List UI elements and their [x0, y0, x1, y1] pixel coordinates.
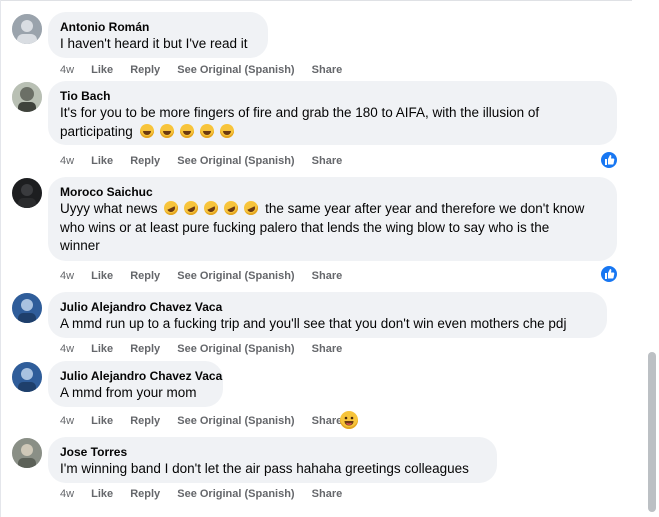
thumbs-up-icon[interactable] — [600, 265, 618, 283]
rofl-emoji-icon — [242, 198, 261, 218]
avatar[interactable] — [12, 438, 42, 468]
thumbs-up-icon[interactable] — [600, 151, 618, 169]
comment-actions: 4w Like Reply See Original (Spanish) Sha… — [60, 342, 356, 356]
see-original-button[interactable]: See Original (Spanish) — [177, 64, 294, 76]
comment-bubble: Julio Alejandro Chavez Vaca A mmd from y… — [48, 361, 223, 407]
comment-author[interactable]: Jose Torres — [60, 444, 485, 460]
comment-actions: 4w Like Reply See Original (Spanish) Sha… — [60, 414, 356, 428]
see-original-button[interactable]: See Original (Spanish) — [177, 270, 294, 282]
laughing-emoji-icon — [199, 123, 214, 138]
share-button[interactable]: Share — [312, 64, 343, 76]
comment-text-fragment: Uyyy what news — [60, 201, 158, 216]
reply-button[interactable]: Reply — [130, 488, 160, 500]
comment-text: I'm winning band I don't let the air pas… — [60, 461, 469, 476]
avatar[interactable] — [12, 82, 42, 112]
comment-time[interactable]: 4w — [60, 155, 74, 167]
comment-text-line: winner — [60, 238, 100, 253]
comment-bubble: Jose Torres I'm winning band I don't let… — [48, 437, 497, 483]
laughing-emoji-icon — [179, 123, 194, 138]
share-button[interactable]: Share — [312, 270, 343, 282]
see-original-button[interactable]: See Original (Spanish) — [177, 155, 294, 167]
comment-author[interactable]: Moroco Saichuc — [60, 184, 605, 200]
comment-text-line: participating — [60, 123, 605, 142]
laughing-emoji-icon — [159, 123, 174, 138]
comment-time[interactable]: 4w — [60, 270, 74, 282]
see-original-button[interactable]: See Original (Spanish) — [177, 343, 294, 355]
like-button[interactable]: Like — [91, 64, 113, 76]
share-button[interactable]: Share — [312, 488, 343, 500]
like-button[interactable]: Like — [91, 488, 113, 500]
rofl-emoji-icon — [162, 198, 181, 218]
avatar[interactable] — [12, 14, 42, 44]
laughing-emoji-icon — [219, 123, 234, 138]
comment-text-line: who wins or at least pure fucking palero… — [60, 219, 550, 235]
reply-button[interactable]: Reply — [130, 155, 160, 167]
avatar[interactable] — [12, 293, 42, 323]
comment-time[interactable]: 4w — [60, 488, 74, 500]
comment-text-line: It's for you to be more fingers of fire … — [60, 105, 540, 120]
share-button[interactable]: Share — [312, 155, 343, 167]
comment-time[interactable]: 4w — [60, 415, 74, 427]
comment-bubble: Moroco Saichuc Uyyy what news the same y… — [48, 177, 617, 261]
comment-bubble: Tio Bach It's for you to be more fingers… — [48, 81, 617, 145]
top-divider — [0, 0, 632, 1]
avatar[interactable] — [12, 362, 42, 392]
comment-author[interactable]: Tio Bach — [60, 88, 605, 104]
haha-reaction-icon[interactable] — [340, 411, 358, 429]
comment-time[interactable]: 4w — [60, 343, 74, 355]
comment-bubble: Julio Alejandro Chavez Vaca A mmd run up… — [48, 292, 607, 338]
see-original-button[interactable]: See Original (Spanish) — [177, 415, 294, 427]
rofl-emoji-icon — [222, 198, 241, 218]
comment-author[interactable]: Antonio Román — [60, 19, 256, 35]
reply-button[interactable]: Reply — [130, 270, 160, 282]
comment-time[interactable]: 4w — [60, 64, 74, 76]
avatar[interactable] — [12, 178, 42, 208]
comment-actions: 4w Like Reply See Original (Spanish) Sha… — [60, 269, 356, 283]
like-button[interactable]: Like — [91, 270, 113, 282]
comment-author[interactable]: Julio Alejandro Chavez Vaca — [60, 299, 595, 315]
scrollbar-thumb[interactable] — [648, 352, 656, 512]
comment-actions: 4w Like Reply See Original (Spanish) Sha… — [60, 487, 356, 501]
comment-actions: 4w Like Reply See Original (Spanish) Sha… — [60, 154, 356, 168]
laughing-emoji-icon — [139, 123, 154, 138]
reply-button[interactable]: Reply — [130, 415, 160, 427]
like-button[interactable]: Like — [91, 155, 113, 167]
like-button[interactable]: Like — [91, 415, 113, 427]
comment-text: I haven't heard it but I've read it — [60, 36, 248, 51]
rofl-emoji-icon — [182, 198, 201, 218]
left-edge — [0, 0, 1, 517]
comment-author[interactable]: Julio Alejandro Chavez Vaca — [60, 368, 222, 384]
comment-text-line: Uyyy what news the same year after year … — [60, 198, 605, 219]
reply-button[interactable]: Reply — [130, 343, 160, 355]
comment-text-fragment: the same year after year and therefore w… — [265, 201, 585, 216]
share-button[interactable]: Share — [312, 415, 343, 427]
comment-text: A mmd from your mom — [60, 385, 197, 400]
rofl-emoji-icon — [202, 198, 221, 218]
see-original-button[interactable]: See Original (Spanish) — [177, 488, 294, 500]
share-button[interactable]: Share — [312, 343, 343, 355]
comment-text-fragment: participating — [60, 123, 133, 139]
like-button[interactable]: Like — [91, 343, 113, 355]
comment-bubble: Antonio Román I haven't heard it but I'v… — [48, 12, 268, 58]
comment-text: A mmd run up to a fucking trip and you'l… — [60, 316, 567, 331]
comment-actions: 4w Like Reply See Original (Spanish) Sha… — [60, 63, 356, 77]
reply-button[interactable]: Reply — [130, 64, 160, 76]
